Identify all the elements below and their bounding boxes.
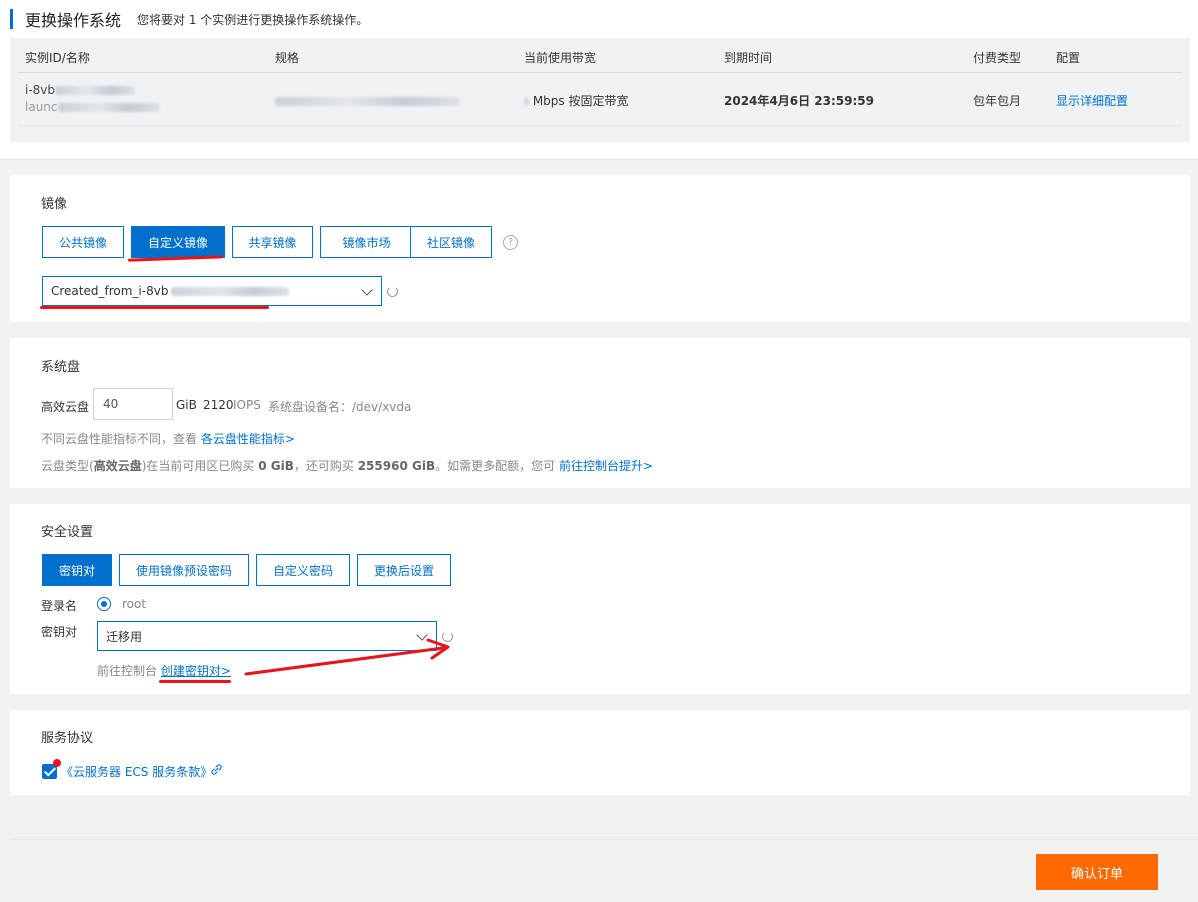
show-config-link[interactable]: 显示详细配置 xyxy=(1056,92,1128,109)
redacted-mask xyxy=(171,286,290,296)
chevron-down-icon xyxy=(361,284,373,296)
instance-id-text: i-8vb xyxy=(25,83,56,97)
tab-shared-image[interactable]: 共享镜像 xyxy=(232,226,313,258)
create-keypair-link[interactable]: 创建密钥对> xyxy=(161,664,231,678)
login-label: 登录名 xyxy=(41,599,78,613)
agreement-section: 服务协议 《云服务器 ECS 服务条款》 xyxy=(10,710,1190,795)
col-id-name: 实例ID/名称 xyxy=(25,51,90,65)
iops-label: IOPS xyxy=(233,398,261,412)
quota-text: 。如需更多配额，您可 xyxy=(435,459,556,473)
instance-summary-area: 更换操作系统 您将要对 1 个实例进行更换操作系统操作。 实例ID/名称 规格 … xyxy=(0,0,1198,160)
annotation-underline xyxy=(159,680,231,683)
instance-spec xyxy=(275,94,460,108)
security-section: 安全设置 密钥对 使用镜像预设密码 自定义密码 更换后设置 登录名 root 密… xyxy=(10,504,1190,694)
quota-note: 云盘类型(高效云盘)在当前可用区已购买 0 GiB，还可购买 255960 Gi… xyxy=(41,457,653,474)
section-title-image: 镜像 xyxy=(41,197,68,212)
section-title-agreement: 服务协议 xyxy=(41,731,94,746)
redacted-mask xyxy=(524,97,529,106)
col-spec: 规格 xyxy=(275,51,300,65)
perf-link[interactable]: 各云盘性能指标> xyxy=(201,432,295,446)
instance-bandwidth: Mbps 按固定带宽 xyxy=(524,92,628,109)
device-name: 系统盘设备名：/dev/xvda xyxy=(268,400,412,414)
refresh-icon[interactable] xyxy=(387,286,398,297)
login-radio[interactable] xyxy=(97,597,111,611)
annotation-arrow-icon xyxy=(244,638,450,676)
footer-bar xyxy=(10,839,1198,902)
col-config: 配置 xyxy=(1056,51,1081,65)
instance-name: launc xyxy=(25,100,160,114)
col-pay-type: 付费类型 xyxy=(973,51,1022,65)
keypair-select-value: 迁移用 xyxy=(106,629,143,644)
tab-image-market[interactable]: 镜像市场 xyxy=(320,226,413,258)
bandwidth-text: Mbps 按固定带宽 xyxy=(532,94,629,108)
tab-set-later[interactable]: 更换后设置 xyxy=(357,554,451,586)
login-value: root xyxy=(122,597,147,611)
quota-left: 255960 GiB xyxy=(357,459,436,473)
confirm-order-button[interactable]: 确认订单 xyxy=(1036,854,1158,890)
system-disk-section: 系统盘 高效云盘 40 GiB 2120 IOPS 系统盘设备名：/dev/xv… xyxy=(10,338,1190,488)
col-expire: 到期时间 xyxy=(724,51,773,65)
col-bandwidth: 当前使用带宽 xyxy=(524,51,597,65)
section-title-security: 安全设置 xyxy=(41,525,94,540)
perf-note-text: 不同云盘性能指标不同，查看 xyxy=(41,432,198,446)
tab-keypair[interactable]: 密钥对 xyxy=(42,554,112,586)
terms-link[interactable]: 《云服务器 ECS 服务条款》 xyxy=(61,763,212,780)
image-select-value: Created_from_i-8vb xyxy=(51,284,169,298)
quota-link[interactable]: 前往控制台提升> xyxy=(559,459,653,473)
tab-custom-password[interactable]: 自定义密码 xyxy=(256,554,350,586)
instance-table-header: 实例ID/名称 规格 当前使用带宽 到期时间 付费类型 配置 xyxy=(18,38,1182,73)
redacted-mask xyxy=(275,97,460,106)
perf-note: 不同云盘性能指标不同，查看 各云盘性能指标> xyxy=(41,430,295,447)
console-note-text: 前往控制台 xyxy=(97,664,158,678)
quota-text: 云盘类型( xyxy=(41,459,94,473)
create-keypair-note: 前往控制台 创建密钥对> xyxy=(97,662,231,679)
quota-text: )在当前可用区已购买 xyxy=(141,459,255,473)
instance-pay-type: 包年包月 xyxy=(973,94,1022,108)
tab-community-image[interactable]: 社区镜像 xyxy=(410,226,492,258)
image-section: 镜像 公共镜像 自定义镜像 共享镜像 镜像市场 社区镜像 ? Created_f… xyxy=(10,175,1190,322)
redacted-mask xyxy=(55,86,136,95)
required-dot xyxy=(53,759,61,767)
tab-custom-image[interactable]: 自定义镜像 xyxy=(131,226,225,258)
quota-bought: 0 GiB xyxy=(258,459,294,473)
instance-table: 实例ID/名称 规格 当前使用带宽 到期时间 付费类型 配置 i-8vb lau… xyxy=(10,38,1190,142)
tab-image-password[interactable]: 使用镜像预设密码 xyxy=(119,554,249,586)
redacted-mask xyxy=(57,103,160,112)
page-subtitle: 您将要对 1 个实例进行更换操作系统操作。 xyxy=(137,12,369,27)
quota-type: 高效云盘 xyxy=(93,459,142,473)
link-icon xyxy=(211,764,222,775)
disk-type-label: 高效云盘 xyxy=(41,400,90,414)
instance-id: i-8vb xyxy=(25,83,136,97)
image-select[interactable]: Created_from_i-8vb xyxy=(42,276,382,306)
help-icon[interactable]: ? xyxy=(503,235,518,250)
disk-unit: GiB xyxy=(176,398,197,412)
instance-expire: 2024年4月6日 23:59:59 xyxy=(724,94,874,108)
page-title-bar: 更换操作系统 您将要对 1 个实例进行更换操作系统操作。 xyxy=(10,9,369,30)
disk-size-input[interactable]: 40 xyxy=(93,388,173,420)
page-title: 更换操作系统 xyxy=(25,11,122,30)
keypair-label: 密钥对 xyxy=(41,625,78,639)
tab-public-image[interactable]: 公共镜像 xyxy=(42,226,124,258)
table-row: i-8vb launc Mbps 按固定带宽 2024年4月6日 23:59:5… xyxy=(18,74,1182,126)
iops-value: 2120 xyxy=(203,398,234,412)
section-title-disk: 系统盘 xyxy=(41,360,81,375)
instance-name-text: launc xyxy=(25,100,58,114)
quota-text: ，还可购买 xyxy=(293,459,354,473)
annotation-underline xyxy=(40,306,269,309)
